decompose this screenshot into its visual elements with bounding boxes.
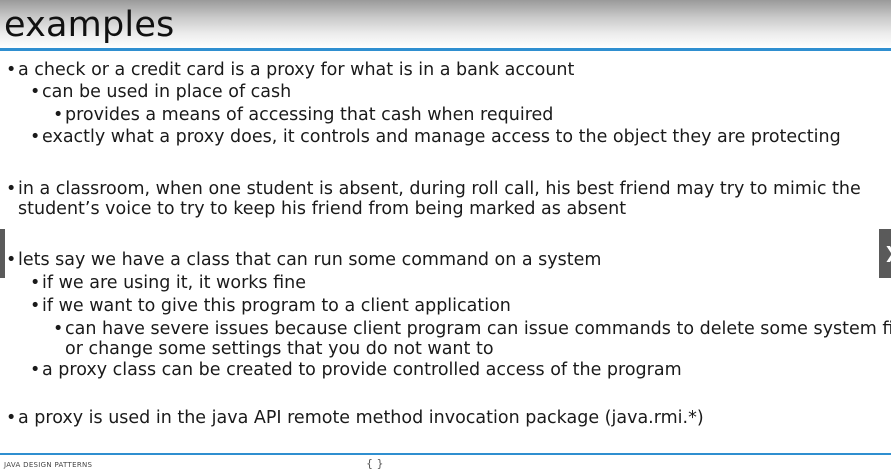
bullet-item: • provides a means of accessing that cas… [53, 105, 553, 125]
bullet-text: lets say we have a class that can run so… [18, 250, 602, 270]
bullet-text: if we are using it, it works fine [42, 273, 306, 293]
bullet-text: a check or a credit card is a proxy for … [18, 60, 575, 80]
bullet-dot: • [53, 319, 64, 339]
bullet-text-continued: or change some settings that you do not … [65, 339, 494, 359]
bullet-dot: • [30, 273, 41, 293]
title-divider [0, 48, 891, 51]
bullet-text: can have severe issues because client pr… [65, 319, 891, 339]
bullet-item: • a proxy class can be created to provid… [30, 360, 682, 380]
bullet-text: in a classroom, when one student is abse… [18, 179, 861, 199]
bullet-dot: • [30, 296, 41, 316]
bullet-item: • in a classroom, when one student is ab… [6, 179, 861, 219]
bullet-item: • if we are using it, it works fine [30, 273, 306, 293]
bullet-item: • a proxy is used in the java API remote… [6, 408, 704, 428]
bullet-item: • a check or a credit card is a proxy fo… [6, 60, 574, 80]
bullet-text: provides a means of accessing that cash … [65, 105, 554, 125]
bullet-dot: • [53, 105, 64, 125]
bullet-text: can be used in place of cash [42, 82, 292, 102]
bullet-item: • exactly what a proxy does, it controls… [30, 127, 841, 147]
next-slide-button[interactable]: ❯ [879, 229, 891, 278]
bullet-item: • lets say we have a class that can run … [6, 250, 601, 270]
bullet-item: • can be used in place of cash [30, 82, 291, 102]
bullet-text: a proxy class can be created to provide … [42, 360, 682, 380]
bullet-dot: • [6, 408, 17, 428]
bullet-dot: • [30, 82, 41, 102]
bullet-dot: • [30, 360, 41, 380]
bullet-dot: • [6, 179, 17, 199]
bullet-text-continued: student’s voice to try to keep his frien… [18, 199, 627, 219]
slide-header: examples [0, 0, 891, 48]
bullet-dot: • [30, 127, 41, 147]
chevron-right-icon: ❯ [884, 245, 891, 261]
bullet-text: a proxy is used in the java API remote m… [18, 408, 704, 428]
slide-title: examples [4, 5, 175, 45]
bullet-text: if we want to give this program to a cli… [42, 296, 511, 316]
bullet-dot: • [6, 250, 17, 270]
bullet-item: • if we want to give this program to a c… [30, 296, 511, 316]
bullet-item: • can have severe issues because client … [53, 319, 891, 359]
footer-divider [0, 453, 891, 455]
bullet-text: exactly what a proxy does, it controls a… [42, 127, 841, 147]
bullet-dot: • [6, 60, 17, 80]
previous-slide-button[interactable] [0, 229, 5, 278]
